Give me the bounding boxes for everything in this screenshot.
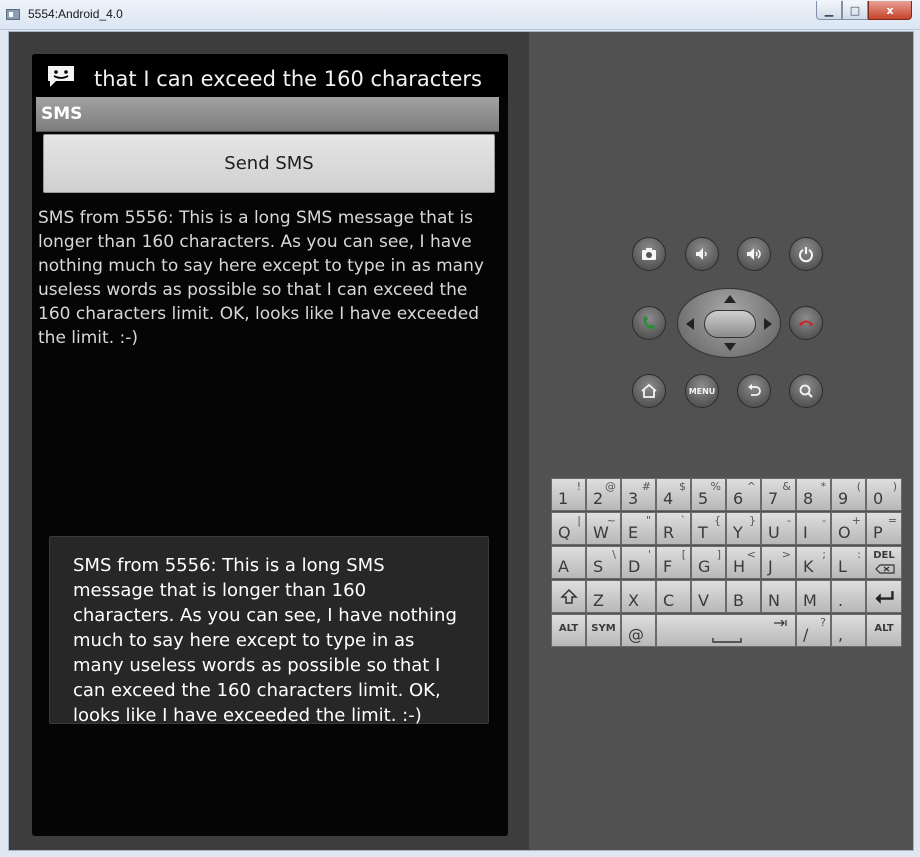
key-q[interactable]: | Q <box>551 512 586 545</box>
shift-icon <box>560 588 578 604</box>
key-shift[interactable] <box>551 580 586 613</box>
end-call-button[interactable] <box>789 306 823 340</box>
dpad-left-arrow[interactable] <box>686 318 694 330</box>
dpad[interactable] <box>677 288 781 358</box>
key-i[interactable]: -I <box>796 512 831 545</box>
dpad-center-button[interactable] <box>704 310 756 338</box>
end-call-icon <box>799 320 813 326</box>
camera-button[interactable] <box>632 237 666 271</box>
received-sms-text: SMS from 5556: This is a long SMS messag… <box>38 208 484 348</box>
key-j[interactable]: > J <box>761 546 796 579</box>
volume-up-icon <box>747 248 761 260</box>
close-button[interactable]: x <box>868 1 912 20</box>
dpad-right-arrow[interactable] <box>764 318 772 330</box>
key-n[interactable]: N <box>761 580 796 613</box>
key-k[interactable]: ; K <box>796 546 831 579</box>
key-0[interactable]: ) 0 <box>866 478 902 511</box>
key-9[interactable]: (9 <box>831 478 866 511</box>
window-titlebar: 5554:Android_4.0 ▁ □ x <box>0 0 920 30</box>
key-c[interactable]: C <box>656 580 691 613</box>
key-comma[interactable]: , <box>831 614 866 647</box>
window-controls: ▁ □ x <box>816 1 912 20</box>
menu-label: MENU <box>688 386 716 396</box>
key-enter[interactable] <box>866 580 902 613</box>
notification-bar[interactable]: that I can exceed the 160 characters <box>32 54 508 97</box>
key-4[interactable]: $4 <box>656 478 691 511</box>
volume-down-button[interactable] <box>685 237 719 271</box>
power-button[interactable] <box>789 237 823 271</box>
key-8[interactable]: * 8 <box>796 478 831 511</box>
home-icon <box>641 383 657 398</box>
send-sms-button[interactable]: Send SMS <box>43 134 495 193</box>
key-3[interactable]: #3 <box>621 478 656 511</box>
back-icon <box>748 384 761 396</box>
emulator-controls-pane: MENU ! 1 @2 #3 $4 % 5 ^ 6 & 7 * 8 (9 ) 0 | Q ~ W… <box>529 32 913 850</box>
dpad-up-arrow[interactable] <box>724 295 736 303</box>
key-period[interactable]: . <box>831 580 866 613</box>
camera-icon <box>642 248 656 260</box>
hardware-keyboard: ! 1 @2 #3 $4 % 5 ^ 6 & 7 * 8 (9 ) 0 | Q ~ W " E `… <box>551 478 908 652</box>
enter-icon <box>875 591 894 604</box>
maximize-button[interactable]: □ <box>842 1 868 20</box>
key-d[interactable]: ' D <box>621 546 656 579</box>
home-button[interactable] <box>632 374 666 408</box>
backspace-icon <box>875 564 895 574</box>
minimize-button[interactable]: ▁ <box>816 1 842 20</box>
key-6[interactable]: ^ 6 <box>726 478 761 511</box>
space-icon <box>712 638 742 643</box>
key-space[interactable] <box>656 614 796 647</box>
app-title-bar: SMS <box>36 97 499 132</box>
key-o[interactable]: + O <box>831 512 866 545</box>
device-screen-pane: that I can exceed the 160 characters SMS… <box>9 32 529 850</box>
key-f[interactable]: [F <box>656 546 691 579</box>
key-a[interactable]: A <box>551 546 586 579</box>
key-1[interactable]: ! 1 <box>551 478 586 511</box>
key-x[interactable]: X <box>621 580 656 613</box>
window-title: 5554:Android_4.0 <box>28 7 123 21</box>
del-label: DEL <box>873 550 895 561</box>
key-p[interactable]: = P <box>866 512 902 545</box>
key-alt-right[interactable]: ALT <box>866 614 902 647</box>
key-alt-left[interactable]: ALT <box>551 614 586 647</box>
dpad-down-arrow[interactable] <box>724 343 736 351</box>
key-l[interactable]: :L <box>831 546 866 579</box>
key-h[interactable]: < H <box>726 546 761 579</box>
menu-button[interactable]: MENU <box>685 374 719 408</box>
tab-arrow-icon <box>774 619 787 627</box>
app-window-icon <box>6 9 20 20</box>
phone-call-icon <box>643 316 655 330</box>
key-u[interactable]: -U <box>761 512 796 545</box>
key-at[interactable]: @ <box>621 614 656 647</box>
key-z[interactable]: Z <box>586 580 621 613</box>
key-2[interactable]: @2 <box>586 478 621 511</box>
key-b[interactable]: B <box>726 580 761 613</box>
device-screen: that I can exceed the 160 characters SMS… <box>32 54 508 836</box>
call-button[interactable] <box>632 306 666 340</box>
volume-up-button[interactable] <box>737 237 771 271</box>
key-y[interactable]: } Y <box>726 512 761 545</box>
key-del[interactable]: DEL <box>866 546 902 579</box>
key-7[interactable]: & 7 <box>761 478 796 511</box>
key-s[interactable]: \ S <box>586 546 621 579</box>
key-t[interactable]: {T <box>691 512 726 545</box>
key-slash[interactable]: ? / <box>796 614 831 647</box>
volume-down-icon <box>696 248 707 260</box>
key-5[interactable]: % 5 <box>691 478 726 511</box>
back-button[interactable] <box>737 374 771 408</box>
notification-text: that I can exceed the 160 characters <box>94 67 482 91</box>
key-sym[interactable]: SYM <box>586 614 621 647</box>
message-icon <box>48 66 74 87</box>
emulator-window-body: that I can exceed the 160 characters SMS… <box>8 31 914 851</box>
key-g[interactable]: ] G <box>691 546 726 579</box>
app-title: SMS <box>41 104 83 124</box>
key-r[interactable]: ` R <box>656 512 691 545</box>
key-v[interactable]: V <box>691 580 726 613</box>
power-icon <box>799 247 813 263</box>
search-icon <box>799 384 813 398</box>
sms-toast: SMS from 5556: This is a long SMS messag… <box>49 536 489 726</box>
search-button[interactable] <box>789 374 823 408</box>
key-m[interactable]: M <box>796 580 831 613</box>
key-w[interactable]: ~ W <box>586 512 621 545</box>
key-e[interactable]: " E <box>621 512 656 545</box>
